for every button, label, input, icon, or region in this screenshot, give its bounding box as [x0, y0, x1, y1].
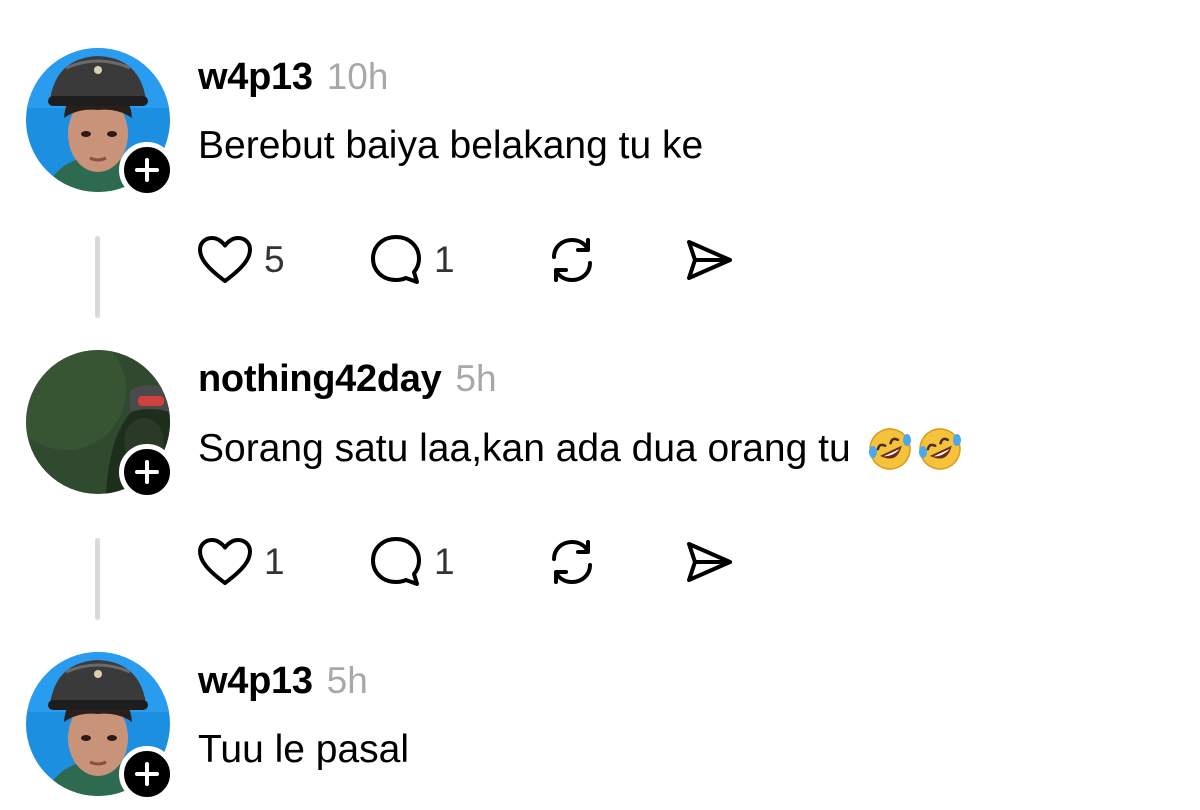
follow-button[interactable] [119, 142, 175, 198]
speech-bubble-icon [371, 537, 421, 586]
share-button[interactable] [680, 232, 736, 288]
timestamp: 5h [455, 358, 497, 399]
thread-line [95, 538, 100, 620]
rolling-on-floor-laughing-emoji [917, 426, 963, 472]
share-button[interactable] [680, 534, 736, 590]
repost-icon [552, 237, 592, 283]
username[interactable]: nothing42day [198, 358, 442, 401]
like-button[interactable]: 1 [196, 536, 368, 588]
avatar-container[interactable] [26, 350, 176, 500]
comment-text: Berebut baiya belakang tu ke [198, 124, 703, 168]
thread-line [95, 236, 100, 318]
repost-button[interactable] [544, 232, 680, 288]
rolling-on-floor-laughing-emoji [867, 426, 913, 472]
comment-text-content: Tuu le pasal [198, 728, 410, 771]
avatar-container[interactable] [26, 652, 176, 802]
comment-text: Tuu le pasal [198, 728, 409, 772]
action-bar: 5 1 [196, 230, 736, 290]
timestamp: 10h [326, 56, 389, 97]
plus-icon [135, 460, 159, 484]
post-header: w4p13 10h [198, 56, 388, 106]
reply-button[interactable]: 1 [368, 232, 544, 288]
like-button[interactable]: 5 [196, 234, 368, 286]
paper-plane-icon [687, 240, 732, 280]
avatar-container[interactable] [26, 48, 176, 198]
comment-text: Sorang satu laa,kan ada dua orang tu [198, 426, 963, 472]
reply-count: 1 [434, 239, 455, 280]
like-count: 5 [264, 239, 285, 280]
post-header: w4p13 5h [198, 660, 368, 710]
follow-button[interactable] [119, 746, 175, 802]
post-header: nothing42day 5h [198, 358, 497, 408]
timestamp: 5h [326, 660, 368, 701]
comment-text-content: Berebut baiya belakang tu ke [198, 124, 704, 167]
repost-icon [552, 539, 592, 585]
plus-icon [135, 158, 159, 182]
plus-icon [135, 762, 159, 786]
speech-bubble-icon [371, 235, 421, 284]
comment-text-content: Sorang satu laa,kan ada dua orang tu [198, 427, 851, 470]
username[interactable]: w4p13 [198, 660, 313, 703]
action-bar: 1 1 [196, 532, 736, 592]
repost-button[interactable] [544, 534, 680, 590]
comment-feed: w4p13 10h Berebut baiya belakang tu ke 5… [0, 0, 1200, 810]
follow-button[interactable] [119, 444, 175, 500]
heart-icon [198, 538, 252, 585]
reply-count: 1 [434, 541, 455, 582]
username[interactable]: w4p13 [198, 56, 313, 99]
heart-icon [198, 236, 252, 283]
reply-button[interactable]: 1 [368, 534, 544, 590]
like-count: 1 [264, 541, 285, 582]
paper-plane-icon [687, 542, 732, 582]
